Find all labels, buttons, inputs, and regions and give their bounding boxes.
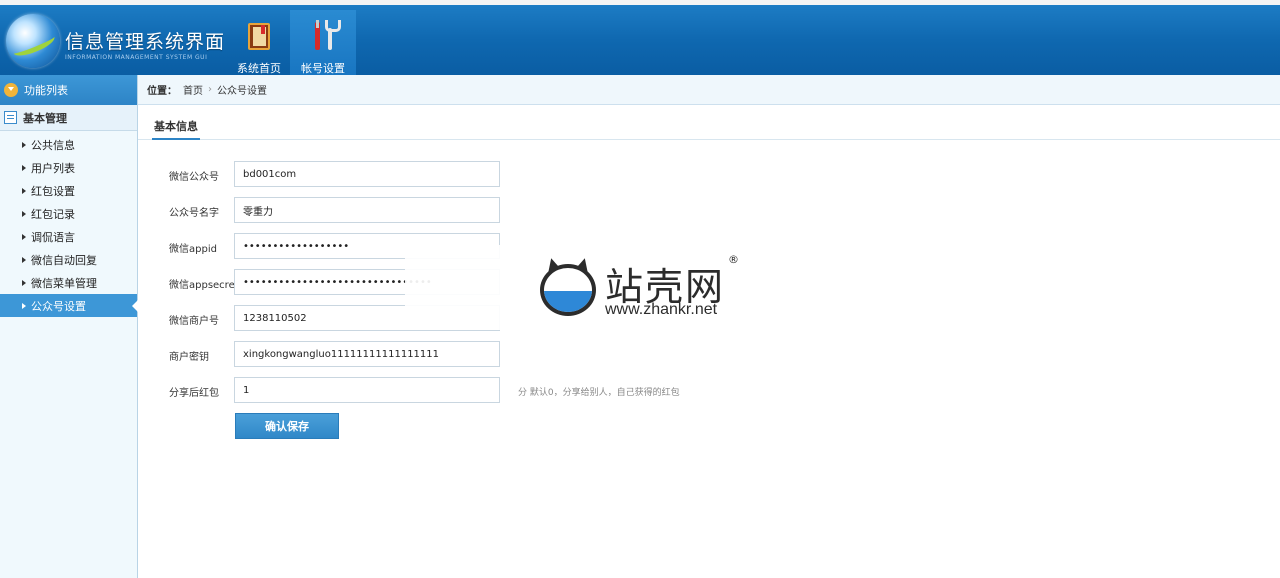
sidebar-item-wechat-autoreply[interactable]: 微信自动回复 xyxy=(0,248,137,271)
sidebar-heading-label: 功能列表 xyxy=(24,84,68,97)
app-subtitle: INFORMATION MANAGEMENT SYSTEM GUI xyxy=(65,54,208,61)
caret-right-icon xyxy=(22,256,26,263)
watermark-url: www.zhankr.net xyxy=(605,301,718,318)
account-name-input[interactable] xyxy=(234,197,500,223)
sidebar-item-tease-language[interactable]: 调侃语言 xyxy=(0,225,137,248)
chevron-down-icon xyxy=(4,83,18,97)
form-row-account-name: 公众号名字 xyxy=(138,197,838,223)
sidebar-item-label: 红包设置 xyxy=(31,184,75,198)
form-row-wechat-account: 微信公众号 xyxy=(138,161,838,187)
sidebar-heading[interactable]: 功能列表 xyxy=(0,75,137,105)
nav-account-settings[interactable]: 帐号设置 xyxy=(290,10,356,80)
caret-right-icon xyxy=(22,164,26,171)
cat-logo-icon xyxy=(540,256,596,318)
field-label: 公众号名字 xyxy=(169,208,219,219)
sidebar-item-label: 微信自动回复 xyxy=(31,253,97,267)
caret-right-icon xyxy=(22,279,26,286)
wechat-account-input[interactable] xyxy=(234,161,500,187)
sidebar-item-label: 微信菜单管理 xyxy=(31,276,97,290)
field-label: 商户密钥 xyxy=(169,352,209,363)
list-icon xyxy=(4,111,17,124)
sidebar-group-label: 基本管理 xyxy=(23,111,67,125)
breadcrumb-separator: › xyxy=(208,84,212,95)
share-redpacket-hint: 分 默认0，分享给别人，自己获得的红包 xyxy=(518,388,680,398)
sidebar-item-redpacket-settings[interactable]: 红包设置 xyxy=(0,179,137,202)
book-icon xyxy=(244,20,274,52)
merchant-key-input[interactable] xyxy=(234,341,500,367)
breadcrumb: 位置： 首页 › 公众号设置 xyxy=(138,75,1280,105)
top-nav: 系统首页 帐号设置 xyxy=(228,10,356,80)
sidebar-item-user-list[interactable]: 用户列表 xyxy=(0,156,137,179)
caret-right-icon xyxy=(22,233,26,240)
tools-icon xyxy=(308,20,341,52)
form-row-merchant-key: 商户密钥 xyxy=(138,341,838,367)
sidebar-item-redpacket-records[interactable]: 红包记录 xyxy=(0,202,137,225)
nav-account-settings-label: 帐号设置 xyxy=(301,62,345,75)
save-button[interactable]: 确认保存 xyxy=(235,413,339,439)
breadcrumb-home-link[interactable]: 首页 xyxy=(183,82,203,97)
sidebar-item-label: 调侃语言 xyxy=(31,230,75,244)
watermark-registered-mark: ® xyxy=(728,253,739,266)
field-label: 微信appid xyxy=(169,244,217,255)
sidebar-item-wechat-menu[interactable]: 微信菜单管理 xyxy=(0,271,137,294)
caret-right-icon xyxy=(22,141,26,148)
sidebar-item-official-account-settings[interactable]: 公众号设置 xyxy=(0,294,138,317)
breadcrumb-current: 公众号设置 xyxy=(217,86,267,97)
field-label: 微信公众号 xyxy=(169,172,219,183)
breadcrumb-prefix: 位置： xyxy=(147,86,177,97)
caret-right-icon xyxy=(22,187,26,194)
caret-right-icon xyxy=(22,302,26,309)
logo: 信息管理系统界面 INFORMATION MANAGEMENT SYSTEM G… xyxy=(0,10,224,78)
nav-home-label: 系统首页 xyxy=(237,62,281,75)
top-header: 信息管理系统界面 INFORMATION MANAGEMENT SYSTEM G… xyxy=(0,0,1280,80)
field-label: 微信appsecret xyxy=(169,280,239,291)
share-redpacket-input[interactable] xyxy=(234,377,500,403)
sidebar-group-basic[interactable]: 基本管理 xyxy=(0,105,137,131)
caret-right-icon xyxy=(22,210,26,217)
nav-home[interactable]: 系统首页 xyxy=(228,10,290,80)
sidebar-item-label: 用户列表 xyxy=(31,161,75,175)
sidebar-item-public-info[interactable]: 公共信息 xyxy=(0,133,137,156)
sidebar-item-label: 公众号设置 xyxy=(31,299,86,313)
app-title: 信息管理系统界面 xyxy=(65,31,226,53)
sidebar: 功能列表 基本管理 公共信息 用户列表 红包设置 红包记录 调侃语言 微信自动回… xyxy=(0,75,138,578)
tab-basic-info[interactable]: 基本信息 xyxy=(152,118,200,140)
field-label: 微信商户号 xyxy=(169,316,219,327)
sidebar-item-label: 公共信息 xyxy=(31,138,75,152)
tab-bar: 基本信息 xyxy=(138,114,1280,140)
sidebar-item-label: 红包记录 xyxy=(31,207,75,221)
sidebar-list: 公共信息 用户列表 红包设置 红包记录 调侃语言 微信自动回复 微信菜单管理 公… xyxy=(0,131,138,317)
field-label: 分享后红包 xyxy=(169,388,219,399)
form-row-share-redpacket: 分享后红包 分 默认0，分享给别人，自己获得的红包 xyxy=(138,377,838,403)
